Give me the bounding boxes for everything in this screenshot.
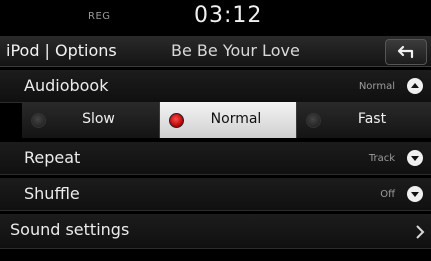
speed-option-label: Normal xyxy=(210,111,262,127)
speed-option-slow[interactable]: Slow xyxy=(22,102,160,138)
repeat-label: Repeat xyxy=(24,148,81,167)
chevron-down-icon[interactable] xyxy=(407,150,423,166)
repeat-row[interactable]: Repeat Track xyxy=(0,142,431,175)
speed-option-label: Slow xyxy=(82,111,115,127)
reg-indicator: REG xyxy=(88,11,111,22)
back-arrow-icon xyxy=(397,45,414,59)
chevron-down-icon[interactable] xyxy=(407,186,423,202)
sound-settings-row[interactable]: Sound settings xyxy=(0,214,431,249)
chevron-up-icon[interactable] xyxy=(407,78,423,94)
shuffle-row[interactable]: Shuffle Off xyxy=(0,178,431,211)
speed-option-label: Fast xyxy=(357,111,387,127)
audiobook-row[interactable]: Audiobook Normal xyxy=(0,70,431,103)
audiobook-value: Normal xyxy=(358,81,395,92)
status-bar: REG 03:12 xyxy=(0,0,431,36)
shuffle-label: Shuffle xyxy=(24,184,80,203)
sound-settings-label: Sound settings xyxy=(10,220,130,239)
track-title: Be Be Your Love xyxy=(171,41,300,60)
clock: 03:12 xyxy=(194,3,263,28)
shuffle-value: Off xyxy=(380,189,395,200)
speed-option-normal[interactable]: Normal xyxy=(160,102,297,138)
chevron-right-icon xyxy=(416,225,425,239)
back-button[interactable] xyxy=(385,39,427,65)
repeat-value: Track xyxy=(368,153,395,164)
header-bar: iPod | Options Be Be Your Love xyxy=(0,36,431,67)
audiobook-label: Audiobook xyxy=(24,76,109,95)
page-title: iPod | Options xyxy=(6,41,117,60)
speed-option-fast[interactable]: Fast xyxy=(297,102,431,138)
